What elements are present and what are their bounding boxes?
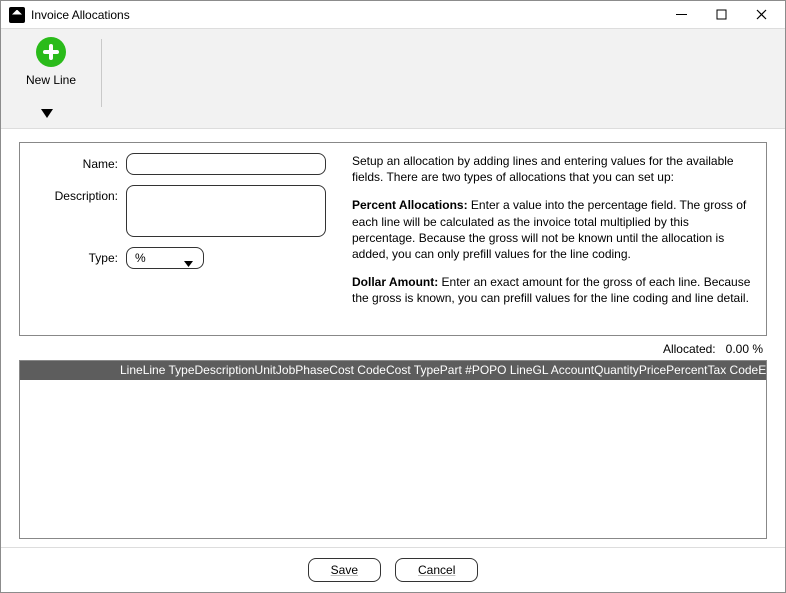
- col-line-type[interactable]: Line Type: [143, 363, 195, 377]
- maximize-button[interactable]: [701, 1, 741, 29]
- allocation-grid: Line Line Type Description Unit Job Phas…: [19, 360, 767, 540]
- col-phase[interactable]: Phase: [295, 363, 329, 377]
- new-line-label: New Line: [26, 73, 76, 87]
- col-unit[interactable]: Unit: [255, 363, 276, 377]
- col-job[interactable]: Job: [276, 363, 295, 377]
- col-line[interactable]: Line: [120, 363, 143, 377]
- col-description[interactable]: Description: [195, 363, 255, 377]
- window-title: Invoice Allocations: [31, 8, 130, 22]
- form-fields: Name: Description: Type: %: [34, 153, 334, 319]
- maximize-icon: [716, 9, 727, 20]
- toolbar: New Line: [1, 29, 785, 129]
- footer: Save Cancel: [1, 547, 785, 592]
- cancel-button[interactable]: Cancel: [395, 558, 478, 582]
- col-tax-code[interactable]: Tax Code: [708, 363, 759, 377]
- description-input[interactable]: [126, 185, 326, 237]
- toolbar-dropdown[interactable]: [41, 108, 53, 122]
- close-button[interactable]: [741, 1, 781, 29]
- type-value: %: [135, 251, 146, 265]
- help-dollar: Dollar Amount: Enter an exact amount for…: [352, 274, 752, 306]
- col-price[interactable]: Price: [639, 363, 666, 377]
- allocated-label: Allocated:: [663, 342, 716, 356]
- col-quantity[interactable]: Quantity: [594, 363, 639, 377]
- col-percent[interactable]: Percent: [666, 363, 707, 377]
- allocated-value: 0.00 %: [726, 342, 763, 356]
- name-input[interactable]: [126, 153, 326, 175]
- col-po[interactable]: PO: [472, 363, 489, 377]
- grid-body[interactable]: [20, 380, 766, 539]
- description-label: Description:: [34, 185, 126, 203]
- col-gl-account[interactable]: GL Account: [533, 363, 595, 377]
- help-percent-title: Percent Allocations:: [352, 198, 468, 212]
- minimize-button[interactable]: [661, 1, 701, 29]
- minimize-icon: [676, 9, 687, 20]
- chevron-down-icon: [41, 109, 53, 119]
- allocated-row: Allocated: 0.00 %: [19, 336, 767, 360]
- help-text: Setup an allocation by adding lines and …: [352, 153, 752, 319]
- new-line-button[interactable]: New Line: [19, 37, 83, 87]
- help-percent: Percent Allocations: Enter a value into …: [352, 197, 752, 262]
- chevron-down-icon: [184, 256, 193, 270]
- col-po-line[interactable]: PO Line: [489, 363, 532, 377]
- type-select[interactable]: %: [126, 247, 204, 269]
- window-frame: Invoice Allocations New Line Name:: [0, 0, 786, 593]
- save-button[interactable]: Save: [308, 558, 381, 582]
- type-label: Type:: [34, 247, 126, 265]
- help-dollar-title: Dollar Amount:: [352, 275, 438, 289]
- name-label: Name:: [34, 153, 126, 171]
- plus-icon: [36, 37, 66, 67]
- titlebar: Invoice Allocations: [1, 1, 785, 29]
- help-intro: Setup an allocation by adding lines and …: [352, 153, 752, 185]
- toolbar-divider: [101, 39, 102, 107]
- app-icon: [9, 7, 25, 23]
- col-cost-type[interactable]: Cost Type: [386, 363, 440, 377]
- form-panel: Name: Description: Type: % Setup an allo…: [19, 142, 767, 336]
- col-entry-date[interactable]: Entry Da: [758, 363, 766, 377]
- content: Name: Description: Type: % Setup an allo…: [1, 129, 785, 547]
- grid-header: Line Line Type Description Unit Job Phas…: [20, 361, 766, 380]
- col-cost-code[interactable]: Cost Code: [329, 363, 386, 377]
- close-icon: [756, 9, 767, 20]
- col-part[interactable]: Part #: [440, 363, 472, 377]
